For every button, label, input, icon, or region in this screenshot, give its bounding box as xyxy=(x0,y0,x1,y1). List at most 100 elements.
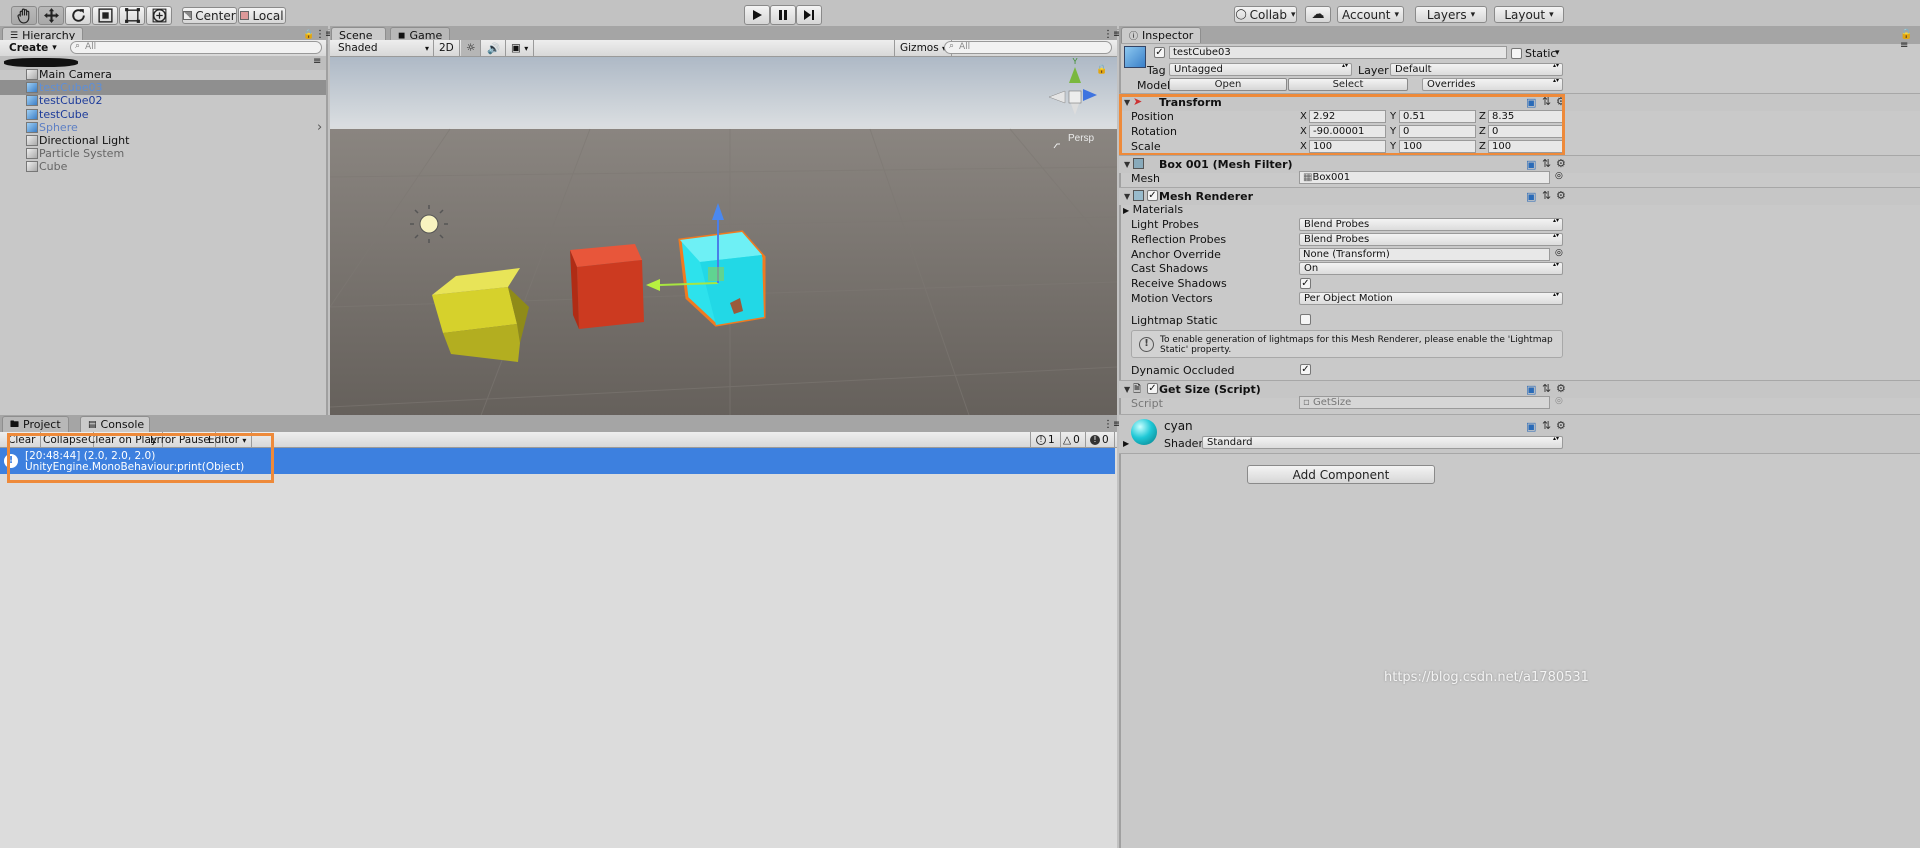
lighting-toggle[interactable]: ☼ xyxy=(461,40,482,56)
shading-mode-dropdown[interactable]: Shaded ▾ xyxy=(330,40,434,56)
collab-dropdown[interactable]: ◯ Collab xyxy=(1234,6,1297,23)
pivot-local-button[interactable]: Local xyxy=(238,7,286,24)
foldout-arrow-icon[interactable]: ▼ xyxy=(1124,192,1130,201)
active-checkbox[interactable]: ✓ xyxy=(1154,47,1165,58)
script-enabled-checkbox[interactable]: ✓ xyxy=(1147,383,1158,394)
scene-viewport[interactable]: Y Persp 🔒 xyxy=(330,57,1117,418)
preset-icon[interactable]: ⇅ xyxy=(1542,189,1551,202)
preset-icon[interactable]: ⇅ xyxy=(1542,382,1551,395)
model-open-button[interactable]: Open xyxy=(1169,78,1287,91)
red-cube[interactable] xyxy=(570,244,644,329)
layout-label: Layout xyxy=(1504,7,1546,22)
help-icon[interactable]: ▣ xyxy=(1526,383,1536,396)
list-icon: ☰ xyxy=(10,30,19,41)
help-icon[interactable]: ▣ xyxy=(1526,420,1536,433)
lightmap-static-checkbox[interactable] xyxy=(1300,314,1311,325)
persp-label[interactable]: Persp xyxy=(1068,133,1095,144)
help-icon[interactable]: ▣ xyxy=(1526,190,1536,203)
layers-dropdown[interactable]: Layers xyxy=(1415,6,1487,23)
info-count-toggle[interactable]: ! 1 xyxy=(1030,432,1061,448)
shader-dropdown[interactable]: Standard xyxy=(1202,436,1563,449)
receive-shadows-checkbox[interactable]: ✓ xyxy=(1300,278,1311,289)
effects-dropdown[interactable]: ▣ ▾ xyxy=(506,40,535,56)
audio-toggle[interactable]: 🔊 xyxy=(482,40,507,56)
tab-console[interactable]: ▤ Console xyxy=(80,416,150,432)
lock-icon[interactable]: 🔒 xyxy=(303,30,314,40)
gear-icon[interactable]: ⚙ xyxy=(1556,382,1566,395)
step-button[interactable] xyxy=(796,5,822,25)
pivot-center-button[interactable]: Center xyxy=(182,7,237,24)
pivot-center-label: Center xyxy=(195,8,236,23)
rotate-icon xyxy=(71,9,85,22)
hierarchy-search-input[interactable]: All xyxy=(70,41,322,54)
project-tab-label: Project xyxy=(23,418,61,431)
mesh-renderer-row-dropdown[interactable]: Blend Probes xyxy=(1299,218,1563,231)
script-label: Script xyxy=(1131,397,1163,410)
materials-foldout[interactable]: ▶ Materials xyxy=(1123,203,1183,216)
script-field: ▫ GetSize xyxy=(1299,396,1550,409)
hierarchy-item[interactable]: Cube xyxy=(0,159,326,174)
layout-dropdown[interactable]: Layout xyxy=(1494,6,1564,23)
tab-project[interactable]: 🖿 Project xyxy=(2,416,69,432)
warning-count-toggle[interactable]: △ 0 xyxy=(1058,432,1086,448)
mesh-field[interactable]: ▦Box001 xyxy=(1299,171,1550,184)
layer-label: Layer xyxy=(1358,64,1389,77)
gear-icon[interactable]: ⚙ xyxy=(1556,189,1566,202)
dynamic-occluded-checkbox[interactable]: ✓ xyxy=(1300,364,1311,375)
transform-tool-button[interactable] xyxy=(146,6,172,25)
tab-inspector[interactable]: ⓘ Inspector xyxy=(1121,27,1202,43)
layers-label: Layers xyxy=(1426,7,1467,22)
static-dropdown-icon[interactable]: ▾ xyxy=(1555,48,1560,58)
add-component-button[interactable]: Add Component xyxy=(1247,465,1435,484)
scale-tool-button[interactable] xyxy=(92,6,118,25)
scale-icon xyxy=(97,8,113,23)
object-picker-icon[interactable]: ◎ xyxy=(1555,171,1563,181)
mesh-renderer-header[interactable]: ▼ ✓ Mesh Renderer ▣ ⇅ ⚙ xyxy=(1119,187,1920,205)
foldout-arrow-icon[interactable]: ▼ xyxy=(1124,385,1130,394)
mesh-renderer-enabled-checkbox[interactable]: ✓ xyxy=(1147,190,1158,201)
mesh-renderer-row-dropdown[interactable]: Per Object Motion xyxy=(1299,292,1563,305)
account-dropdown[interactable]: Account xyxy=(1337,6,1404,23)
gear-icon[interactable]: ⚙ xyxy=(1556,157,1566,170)
create-button[interactable]: Create xyxy=(4,40,62,56)
plane-handle[interactable] xyxy=(708,267,724,281)
scene-search-input[interactable]: All xyxy=(944,41,1112,54)
shader-value: Standard xyxy=(1207,437,1253,448)
move-tool-button[interactable] xyxy=(38,6,64,25)
hierarchy-search-placeholder: All xyxy=(85,42,97,52)
layer-dropdown[interactable]: Default xyxy=(1390,63,1563,76)
panel-menu-icon[interactable]: 🔒≡ xyxy=(1900,29,1920,51)
preset-icon[interactable]: ⇅ xyxy=(1542,419,1551,432)
anchor-override-field[interactable]: None (Transform) xyxy=(1299,248,1550,261)
rect-tool-button[interactable] xyxy=(119,6,145,25)
play-button[interactable] xyxy=(744,5,770,25)
create-label: Create xyxy=(9,42,49,54)
foldout-arrow-icon[interactable]: ▼ xyxy=(1124,160,1130,169)
mesh-renderer-row-dropdown[interactable]: Blend Probes xyxy=(1299,233,1563,246)
object-picker-icon[interactable]: ◎ xyxy=(1555,396,1563,406)
static-checkbox[interactable] xyxy=(1511,48,1522,59)
watermark: https://blog.csdn.net/a1780531 xyxy=(1384,670,1589,685)
prefab-cube-icon xyxy=(26,108,38,120)
help-icon[interactable]: ▣ xyxy=(1526,158,1536,171)
hand-tool-button[interactable] xyxy=(11,6,37,25)
object-picker-icon[interactable]: ◎ xyxy=(1555,248,1563,258)
model-overrides-dropdown[interactable]: Overrides xyxy=(1422,78,1563,91)
pause-button[interactable] xyxy=(770,5,796,25)
console-icon: ▤ xyxy=(88,419,97,430)
rotate-tool-button[interactable] xyxy=(65,6,91,25)
mesh-renderer-row-dropdown[interactable]: On xyxy=(1299,262,1563,275)
model-select-button[interactable]: Select xyxy=(1288,78,1408,91)
object-name-field[interactable]: testCube03 xyxy=(1169,46,1507,59)
gear-icon[interactable]: ⚙ xyxy=(1556,419,1566,432)
local-cube-icon xyxy=(240,11,250,20)
toggle-2d-button[interactable]: 2D xyxy=(434,40,460,56)
error-count: 0 xyxy=(1102,434,1109,446)
foldout-right-icon[interactable]: ▶ xyxy=(1123,439,1129,448)
cloud-button[interactable]: ☁ xyxy=(1305,6,1331,23)
scene-lock-icon[interactable]: 🔒 xyxy=(1096,64,1107,75)
error-count-toggle[interactable]: ! 0 xyxy=(1085,432,1115,448)
tag-dropdown[interactable]: Untagged xyxy=(1169,63,1352,76)
preset-icon[interactable]: ⇅ xyxy=(1542,157,1551,170)
scene-menu-icon[interactable]: ≡ xyxy=(313,56,321,67)
